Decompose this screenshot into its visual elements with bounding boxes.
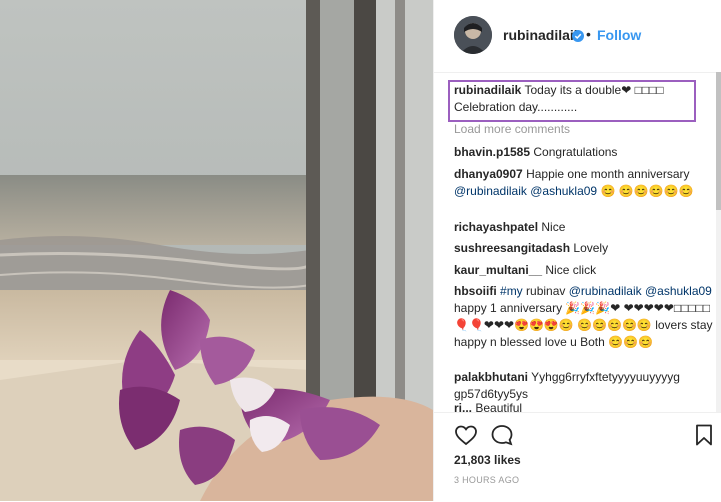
- comment-mention[interactable]: @ashukla09: [645, 284, 712, 298]
- comment-username[interactable]: dhanya0907: [454, 167, 523, 181]
- comment-username[interactable]: ri...: [454, 401, 472, 412]
- speech-bubble-icon[interactable]: [490, 423, 514, 447]
- caption: rubinadilaik Today its a double❤ □□□□ Ce…: [454, 82, 716, 116]
- post-sidebar: rubinadilaik • Follow rubinadilaik Today…: [433, 0, 721, 501]
- comment-text: Nice click: [545, 263, 597, 277]
- comment-text: Nice: [541, 220, 566, 234]
- verified-badge-icon: [572, 29, 584, 42]
- comment-username[interactable]: hbsoiifi: [454, 284, 497, 298]
- comment-item: kaur_multani__ Nice click: [454, 262, 716, 279]
- bookmark-icon[interactable]: [692, 423, 716, 447]
- comments-list[interactable]: rubinadilaik Today its a double❤ □□□□ Ce…: [434, 72, 716, 412]
- comment-item: richayashpatel Nice: [454, 219, 716, 236]
- comment-item: dhanya0907 Happie one month anniversary …: [454, 166, 716, 200]
- header-separator: •: [586, 26, 591, 42]
- comment-username[interactable]: bhavin.p1585: [454, 145, 530, 159]
- comment-emoji: 😊 😊😊😊😊😊: [600, 184, 694, 198]
- scrollbar-thumb[interactable]: [716, 72, 721, 210]
- comment-text: Happie one month anniversary: [526, 167, 690, 181]
- likes-count[interactable]: 21,803 likes: [454, 453, 521, 467]
- comment-text: happy 1 anniversary 🎉🎉🎉❤ ❤❤❤❤❤□□□□□🎈🎈❤❤❤…: [454, 301, 713, 349]
- comment-mention[interactable]: @rubinadilaik: [569, 284, 642, 298]
- post-author-username[interactable]: rubinadilaik: [503, 27, 582, 43]
- post-actions: 21,803 likes 3 HOURS AGO: [434, 412, 721, 502]
- comment-username[interactable]: palakbhutani: [454, 370, 528, 384]
- comment-hashtag[interactable]: #my: [500, 284, 523, 298]
- comment-item: hbsoiifi #my rubinav @rubinadilaik @ashu…: [454, 283, 716, 351]
- comment-text: Lovely: [573, 241, 609, 255]
- comment-item: bhavin.p1585 Congratulations: [454, 144, 716, 161]
- caption-username[interactable]: rubinadilaik: [454, 83, 521, 97]
- comment-text: Beautiful: [475, 401, 523, 412]
- comment-username[interactable]: kaur_multani__: [454, 263, 542, 277]
- comment-item: sushreesangitadash Lovely: [454, 240, 716, 257]
- comment-item: palakbhutani Yyhgg6rryfxftetyyyyuuyyyyg …: [454, 369, 716, 403]
- comments-scrollbar[interactable]: [716, 72, 721, 412]
- load-more-comments-link[interactable]: Load more comments: [454, 122, 570, 136]
- comment-item: ri... Beautiful: [454, 401, 716, 412]
- follow-button[interactable]: Follow: [597, 27, 641, 43]
- heart-outline-icon[interactable]: [454, 423, 478, 447]
- comment-username[interactable]: richayashpatel: [454, 220, 538, 234]
- post-header: rubinadilaik • Follow: [434, 0, 721, 73]
- post-photo[interactable]: [0, 0, 433, 501]
- avatar[interactable]: [454, 16, 492, 54]
- comment-mention[interactable]: @rubinadilaik @ashukla09: [454, 184, 597, 198]
- post-timestamp[interactable]: 3 HOURS AGO: [454, 475, 519, 485]
- comment-text: Congratulations: [533, 145, 618, 159]
- comment-username[interactable]: sushreesangitadash: [454, 241, 570, 255]
- comment-text: rubinav: [526, 284, 566, 298]
